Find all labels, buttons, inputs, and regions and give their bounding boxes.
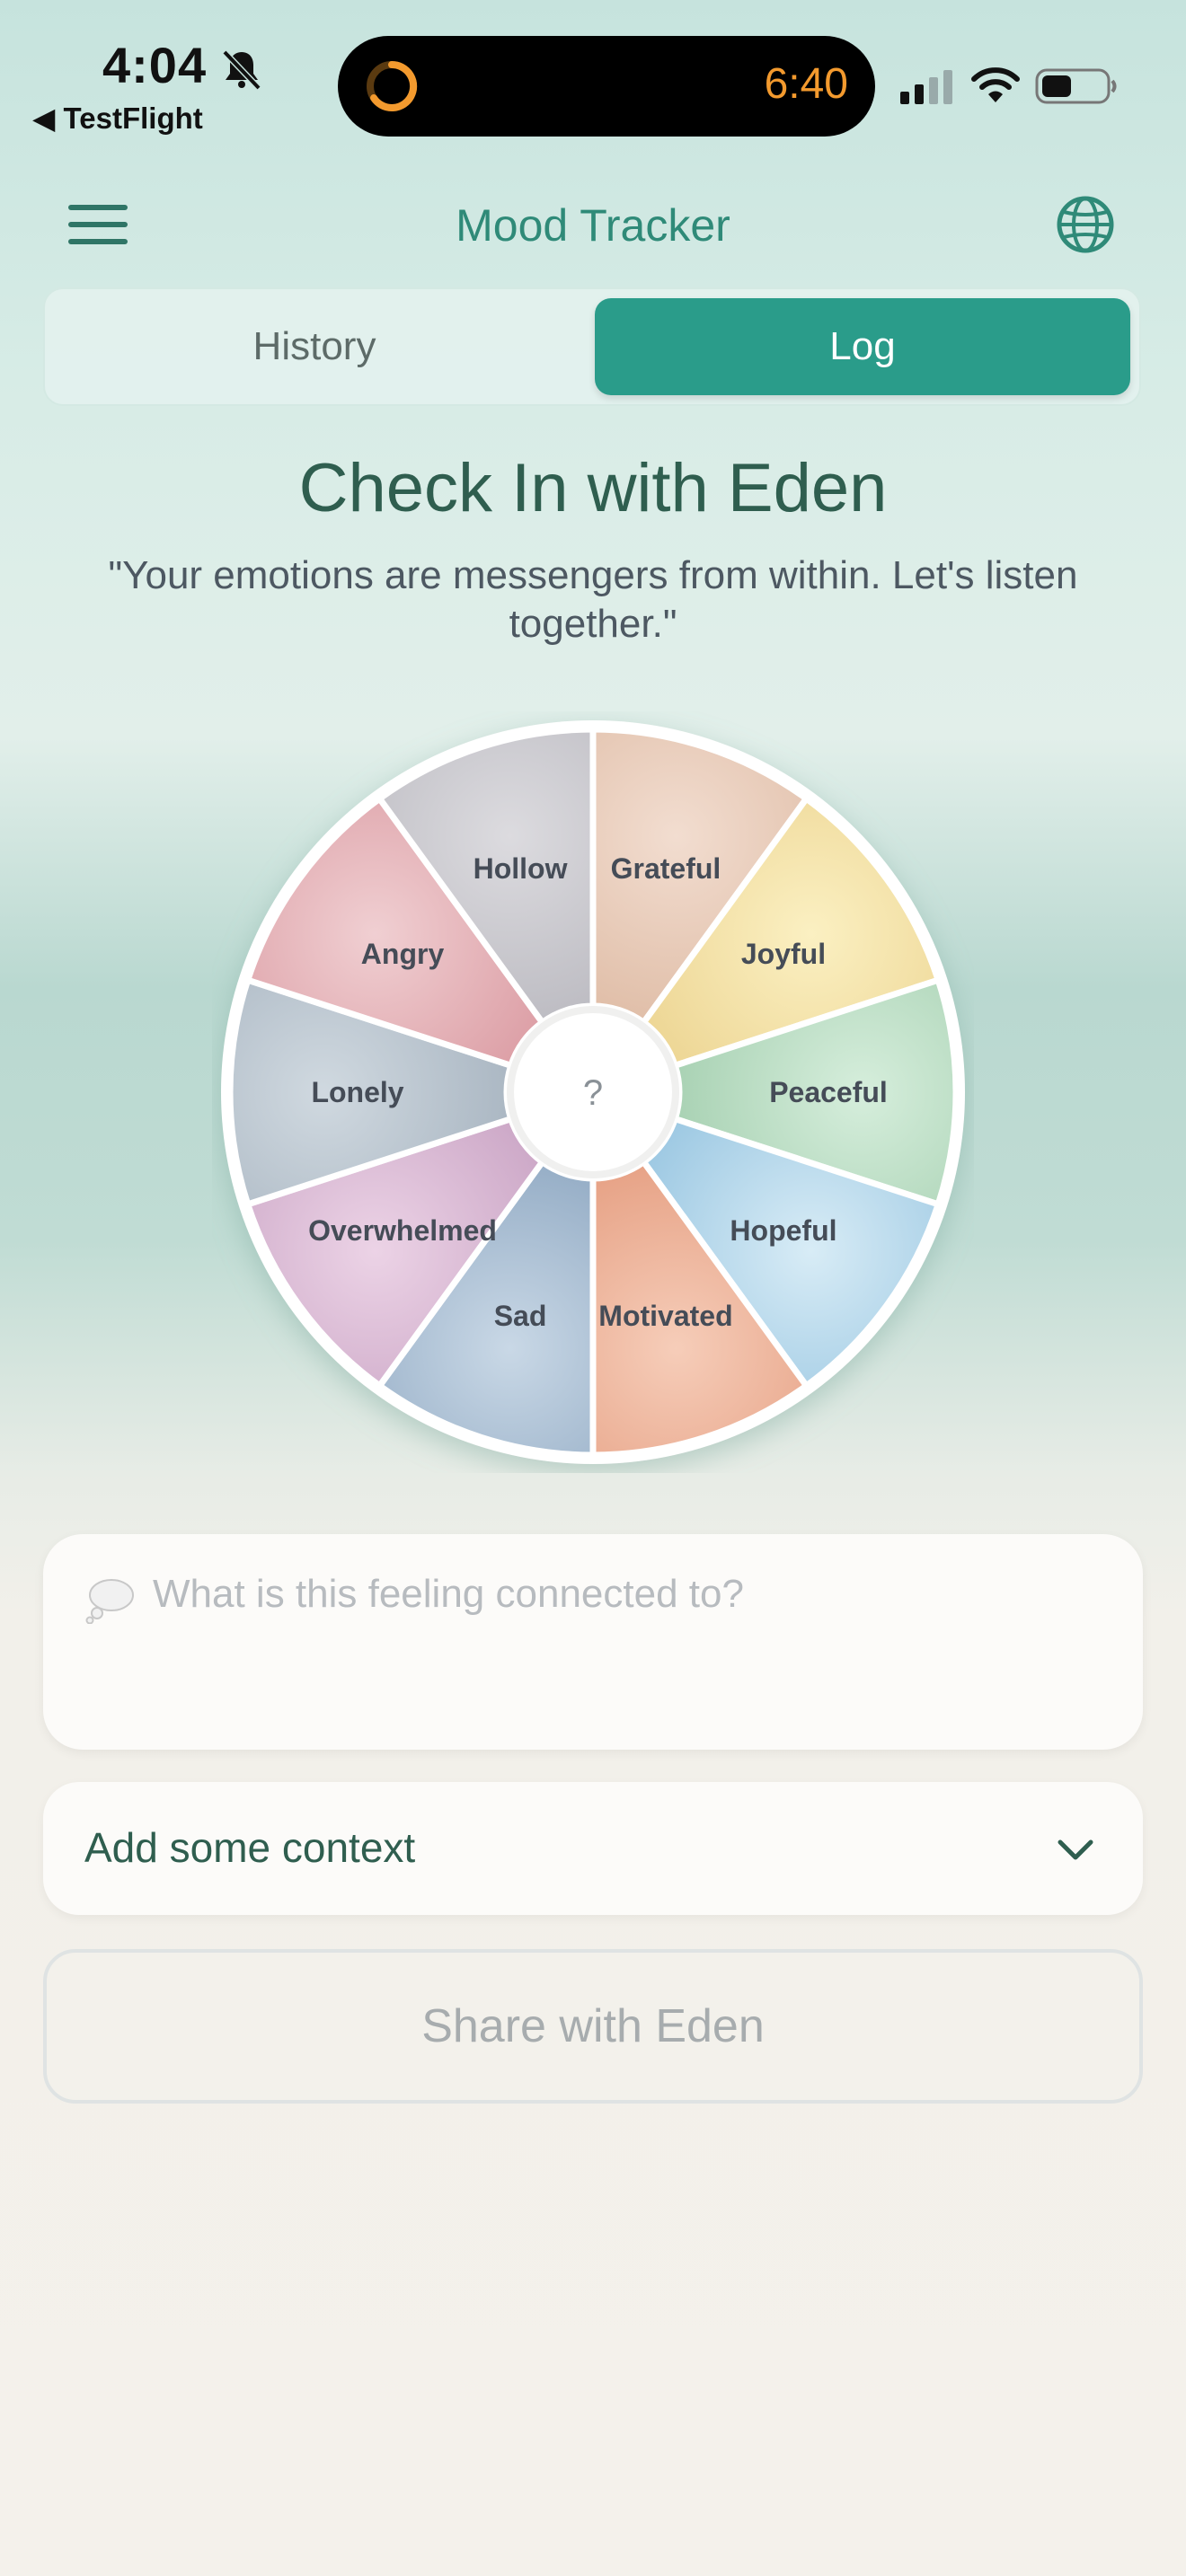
- app-title: Mood Tracker: [456, 200, 730, 251]
- emotion-wheel: Grateful Joyful Peaceful Hopeful Motivated Sa…: [221, 720, 965, 1464]
- wheel-label-hopeful: Hopeful: [730, 1214, 836, 1247]
- feeling-note-input[interactable]: [151, 1570, 1107, 1708]
- history-log-toggle: History Log: [43, 287, 1141, 406]
- wheel-label-peaceful: Peaceful: [769, 1076, 888, 1108]
- feeling-note-card: [43, 1534, 1143, 1750]
- share-with-eden-button[interactable]: Share with Eden: [43, 1949, 1143, 2104]
- wifi-icon: [971, 67, 1020, 102]
- context-dropdown-label: Add some context: [84, 1824, 416, 1871]
- globe-icon[interactable]: [1055, 194, 1116, 255]
- battery-icon: [1035, 68, 1117, 104]
- wheel-center-label: ?: [583, 1073, 603, 1113]
- dynamic-island: 6:40: [338, 36, 875, 137]
- wheel-label-angry: Angry: [361, 938, 445, 970]
- wheel-label-motivated: Motivated: [598, 1300, 732, 1332]
- wheel-label-overwhelmed: Overwhelmed: [308, 1214, 497, 1247]
- island-timer: 6:40: [764, 60, 848, 108]
- tab-log[interactable]: Log: [595, 298, 1130, 395]
- activity-ring-icon: [367, 60, 418, 111]
- bell-slash-icon: [222, 49, 261, 91]
- back-to-testflight[interactable]: ◀ TestFlight: [32, 101, 203, 136]
- thought-bubble-icon: [85, 1579, 134, 1624]
- wheel-label-lonely: Lonely: [311, 1076, 403, 1108]
- page-title: Check In with Eden: [298, 450, 888, 526]
- inspirational-quote: "Your emotions are messengers from withi…: [108, 553, 1078, 646]
- wheel-label-sad: Sad: [494, 1300, 547, 1332]
- context-dropdown[interactable]: Add some context: [43, 1782, 1143, 1915]
- status-time: 4:04: [102, 37, 208, 93]
- wheel-label-grateful: Grateful: [611, 852, 721, 885]
- wheel-label-joyful: Joyful: [741, 938, 826, 970]
- chevron-down-icon: [1058, 1839, 1093, 1860]
- tab-history[interactable]: History: [54, 298, 575, 395]
- wheel-label-hollow: Hollow: [474, 852, 568, 885]
- signal-icon: [900, 70, 952, 104]
